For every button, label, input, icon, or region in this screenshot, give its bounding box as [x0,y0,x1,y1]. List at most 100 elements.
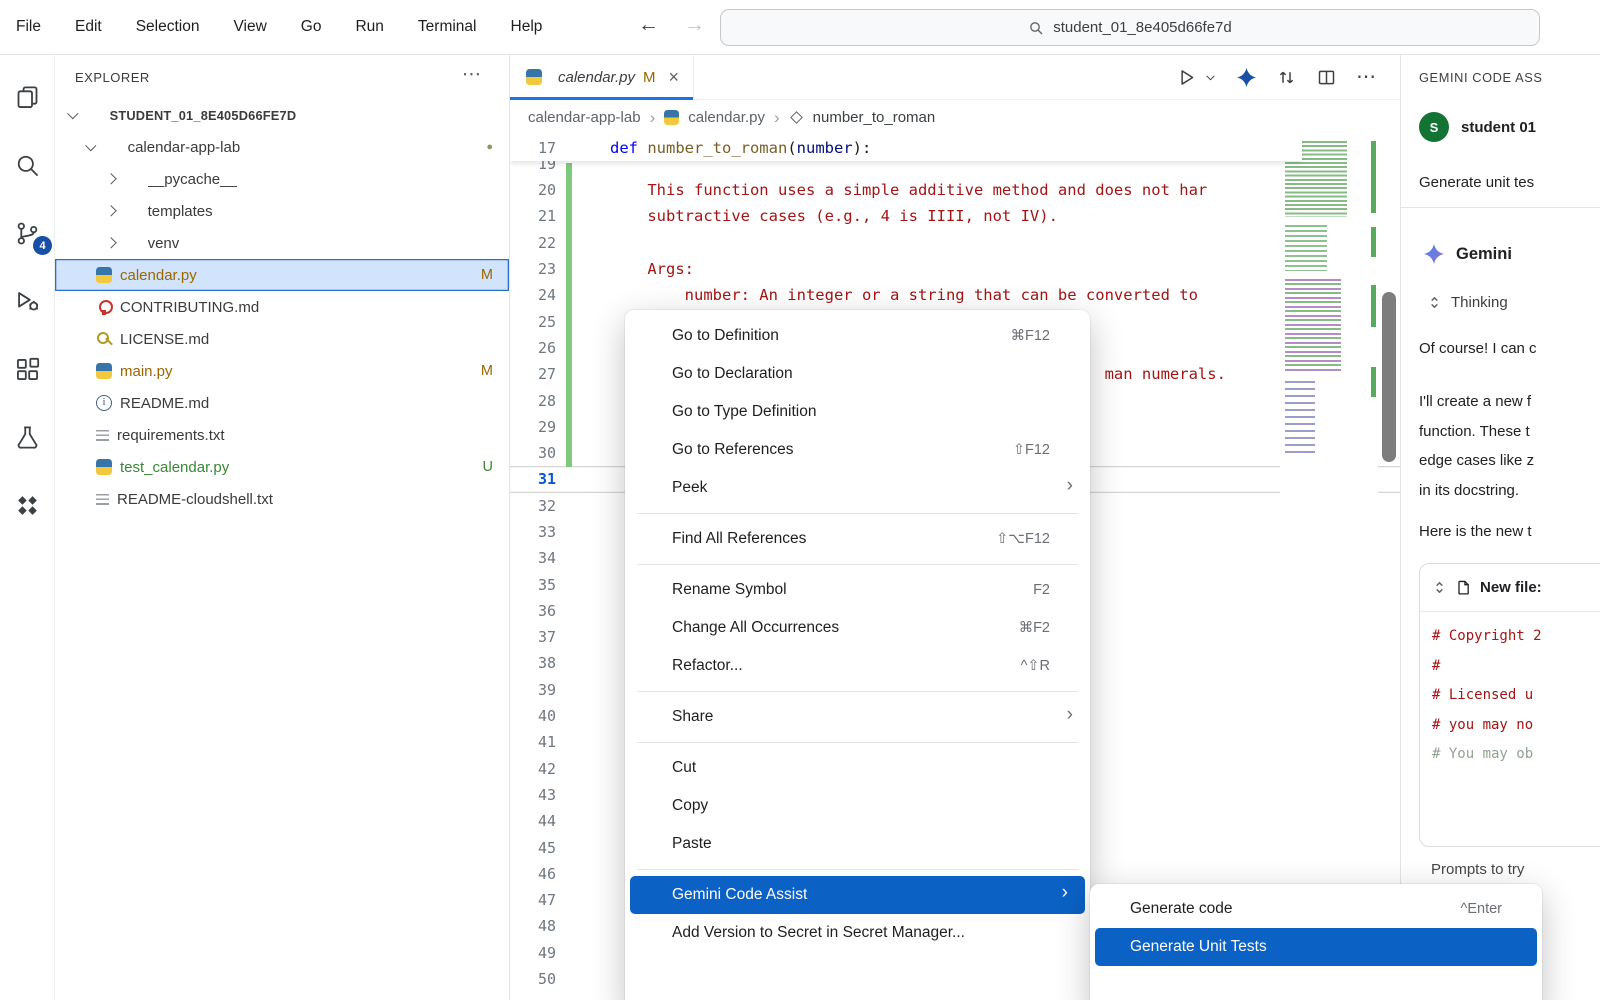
more-actions-icon[interactable]: ⋯ [1356,72,1376,82]
git-status-badge: M [481,363,493,379]
line-number: 50 [510,970,556,988]
code-text: This function uses a simple additive met… [610,181,1207,199]
menu-item-label: Go to Definition [672,327,779,345]
file-icon [96,299,112,315]
tree-item[interactable]: test_calendar.py U [55,451,509,483]
menu-selection[interactable]: Selection [136,18,200,36]
code-line[interactable]: 20 This function uses a simple additive … [510,177,1400,203]
submenu-item[interactable]: Generate Unit Tests [1095,928,1537,966]
code-line[interactable]: 21 subtractive cases (e.g., 4 is IIII, n… [510,203,1400,229]
context-menu-item[interactable]: Go to Type Definition [625,393,1090,431]
breadcrumb-file[interactable]: calendar.py [688,109,765,126]
back-arrow-icon[interactable]: ← [638,13,659,37]
breadcrumb: calendar-app-lab › calendar.py › number_… [510,100,1400,135]
breadcrumb-folder[interactable]: calendar-app-lab [528,109,641,126]
menu-terminal[interactable]: Terminal [418,18,477,36]
context-menu-item[interactable]: Gemini Code Assist › [630,876,1085,914]
tree-item[interactable]: CONTRIBUTING.md [55,291,509,323]
file-icon [96,430,109,443]
tree-item[interactable]: calendar.py M [55,259,509,291]
tree-item[interactable]: venv [55,227,509,259]
run-icon[interactable] [1176,67,1197,88]
compare-changes-icon[interactable] [1276,67,1297,88]
file-label: main.py [120,363,173,380]
context-menu-item[interactable]: Peek › [625,469,1090,507]
line-number: 27 [510,365,556,383]
source-control-button[interactable]: 4 [0,199,54,267]
submenu-item[interactable]: Generate code ^Enter [1090,890,1542,928]
minimap[interactable] [1280,135,1378,1000]
context-menu-item[interactable]: Rename Symbol F2 [625,571,1090,609]
testing-button[interactable] [0,403,54,471]
tree-item[interactable]: templates [55,195,509,227]
tree-item[interactable]: requirements.txt [55,419,509,451]
tree-item[interactable]: README.md [55,387,509,419]
search-icon [14,152,41,179]
context-menu-item[interactable]: Share › [625,698,1090,736]
menu-run[interactable]: Run [355,18,383,36]
context-menu-item[interactable] [637,513,1078,514]
tree-item[interactable]: __pycache__ [55,163,509,195]
line-number: 38 [510,654,556,672]
context-menu-item[interactable] [637,564,1078,565]
file-icon [96,494,109,507]
tree-item[interactable]: README-cloudshell.txt [55,483,509,515]
menu-item-label: Refactor... [672,657,743,675]
thinking-toggle[interactable]: Thinking [1427,294,1508,311]
context-menu-item[interactable] [637,869,1078,870]
tree-item[interactable]: STUDENT_01_8E405D66FE7D [55,99,509,131]
tree-item[interactable]: LICENSE.md [55,323,509,355]
menu-shortcut: ⌘F2 [1019,620,1050,636]
command-search-box[interactable]: student_01_8e405d66fe7d [720,9,1540,46]
run-dropdown-chevron-icon[interactable] [1204,67,1217,88]
context-menu-item[interactable]: Paste [625,825,1090,863]
menu-item-label: Peek [672,479,707,497]
context-menu-item[interactable]: Cut [625,749,1090,787]
menu-view[interactable]: View [233,18,266,36]
chat-text-line: I'll create a new f [1419,387,1534,417]
context-menu-item[interactable]: Copy [625,787,1090,825]
context-menu-item[interactable]: Change All Occurrences ⌘F2 [625,609,1090,647]
menu-go[interactable]: Go [301,18,322,36]
context-menu-item[interactable]: Go to Definition ⌘F12 [625,317,1090,355]
file-label: CONTRIBUTING.md [120,299,259,316]
tab-calendar-py[interactable]: calendar.py M × [510,55,694,100]
context-menu-item[interactable]: Go to References ⇧F12 [625,431,1090,469]
cloud-code-button[interactable] [0,471,54,539]
tree-item[interactable]: calendar-app-lab ● [55,131,509,163]
menu-edit[interactable]: Edit [75,18,102,36]
code-line[interactable]: 23 Args: [510,256,1400,282]
chevron-icon [105,174,116,185]
line-number: 43 [510,786,556,804]
context-menu-item[interactable]: Find All References ⇧⌥F12 [625,520,1090,558]
menu-file[interactable]: File [16,18,41,36]
unfold-icon[interactable] [1432,580,1447,595]
code-line[interactable]: 22 [510,230,1400,256]
context-menu-item[interactable]: Add Version to Secret in Secret Manager.… [625,914,1090,952]
menu-help[interactable]: Help [511,18,543,36]
split-editor-icon[interactable] [1316,67,1337,88]
context-menu-item[interactable]: Refactor... ^⇧R [625,647,1090,685]
sticky-scroll-line[interactable]: 17 def number_to_roman(number): [510,135,1302,161]
search-activity-button[interactable] [0,131,54,199]
chevron-icon [105,238,116,249]
close-icon[interactable]: × [669,67,680,88]
breadcrumb-symbol[interactable]: number_to_roman [813,109,936,126]
tree-item[interactable]: main.py M [55,355,509,387]
code-line[interactable]: 24 number: An integer or a string that c… [510,282,1400,308]
code-block-header[interactable]: New file: [1420,564,1600,612]
file-label: templates [148,203,213,220]
editor-scrollbar[interactable] [1382,292,1396,462]
context-menu-item[interactable] [637,691,1078,692]
context-menu-item[interactable]: Go to Declaration [625,355,1090,393]
menu-item-label: Copy [672,797,708,815]
file-label: calendar-app-lab [128,139,241,156]
panel-title: GEMINI CODE ASS [1419,70,1542,85]
explorer-activity-button[interactable] [0,63,54,131]
run-debug-button[interactable] [0,267,54,335]
extensions-button[interactable] [0,335,54,403]
explorer-more-icon[interactable]: ⋯ [462,63,481,86]
file-icon [124,171,140,187]
gemini-sparkle-icon[interactable] [1236,67,1257,88]
context-menu-item[interactable] [637,742,1078,743]
